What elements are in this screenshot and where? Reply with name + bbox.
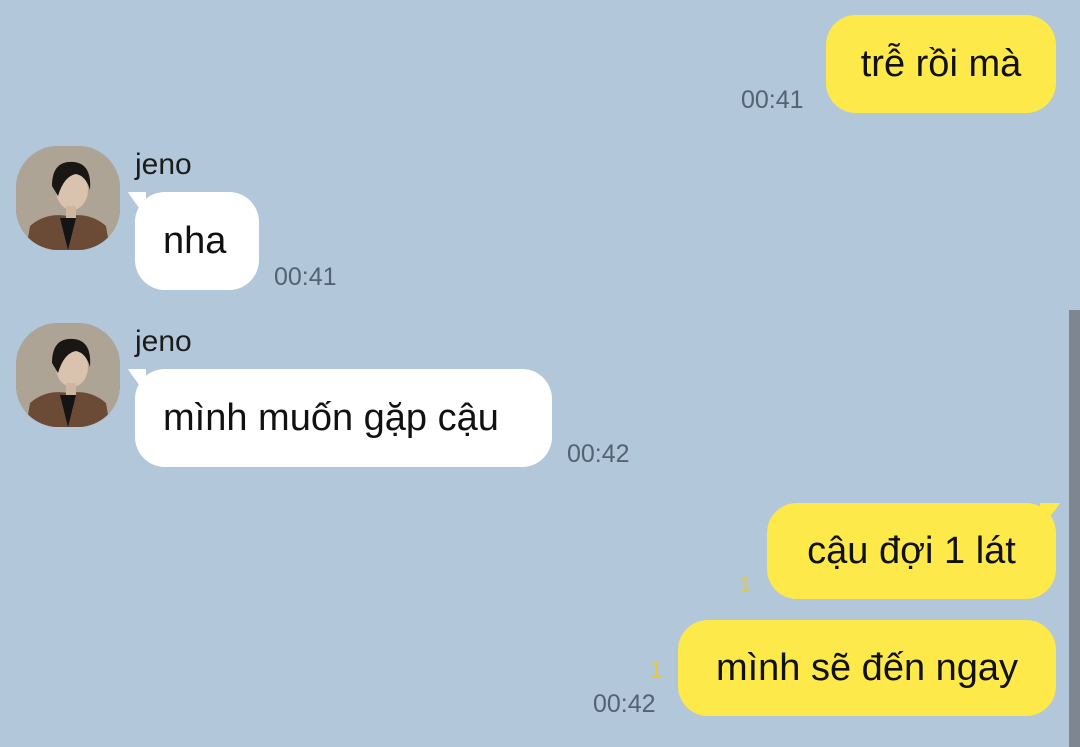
message-timestamp: 00:41 — [274, 263, 337, 291]
sender-name: jeno — [135, 325, 192, 358]
message-timestamp: 00:42 — [567, 440, 630, 468]
message-bubble-incoming[interactable]: nha — [135, 192, 259, 290]
message-text: mình muốn gặp cậu — [163, 397, 499, 439]
message-bubble-incoming[interactable]: mình muốn gặp cậu — [135, 369, 552, 467]
chat-area[interactable]: trễ rồi mà 00:41 jeno nha 00:41 jeno mìn… — [0, 0, 1080, 747]
unread-count: 1 — [739, 572, 752, 597]
avatar[interactable] — [16, 146, 120, 250]
message-timestamp: 00:41 — [741, 86, 804, 114]
avatar-photo — [16, 323, 120, 427]
avatar[interactable] — [16, 323, 120, 427]
message-text: cậu đợi 1 lát — [807, 530, 1016, 572]
scrollbar[interactable] — [1069, 310, 1080, 747]
unread-count: 1 — [650, 657, 663, 682]
message-timestamp: 00:42 — [593, 690, 656, 718]
message-bubble-outgoing[interactable]: cậu đợi 1 lát — [767, 503, 1056, 599]
avatar-photo — [16, 146, 120, 250]
message-text: mình sẽ đến ngay — [715, 647, 1019, 689]
message-text: nha — [163, 220, 227, 262]
message-text: trễ rồi mà — [860, 43, 1022, 85]
message-bubble-outgoing[interactable]: mình sẽ đến ngay — [678, 620, 1056, 716]
sender-name: jeno — [135, 148, 192, 181]
message-bubble-outgoing[interactable]: trễ rồi mà — [826, 15, 1056, 113]
